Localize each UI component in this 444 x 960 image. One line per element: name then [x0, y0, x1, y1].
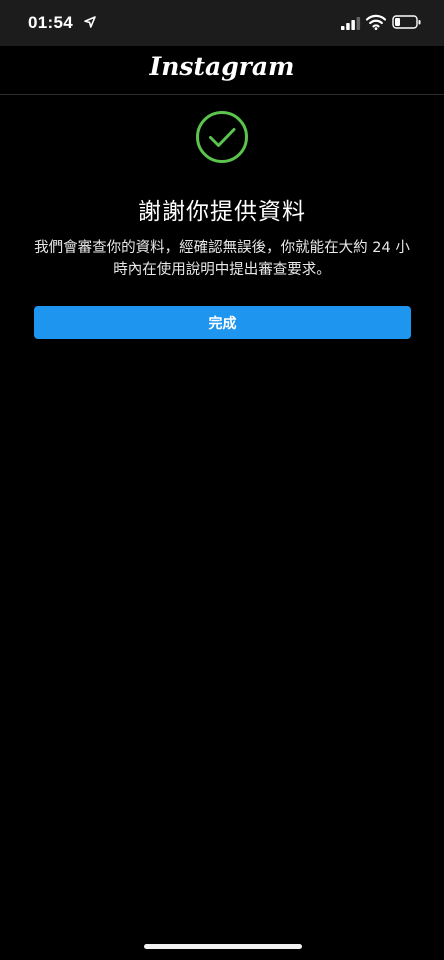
check-circle-icon [196, 111, 248, 163]
app-header: Instagram [0, 46, 444, 95]
page-message: 我們會審查你的資料，經確認無誤後，你就能在大約 24 小時內在使用說明中提出審查… [34, 240, 410, 278]
battery-level-fill [395, 18, 400, 26]
battery-icon [392, 15, 421, 29]
done-button[interactable]: 完成 [34, 306, 411, 339]
status-bar: 01:54 [0, 0, 444, 46]
page-title: 謝謝你提供資料 [138, 199, 306, 225]
instagram-logo: Instagram [149, 52, 295, 81]
wifi-icon [366, 14, 386, 30]
home-indicator[interactable] [144, 944, 302, 949]
status-time: 01:54 [28, 13, 73, 32]
cellular-signal-icon [341, 17, 361, 30]
location-arrow-icon [84, 16, 96, 28]
